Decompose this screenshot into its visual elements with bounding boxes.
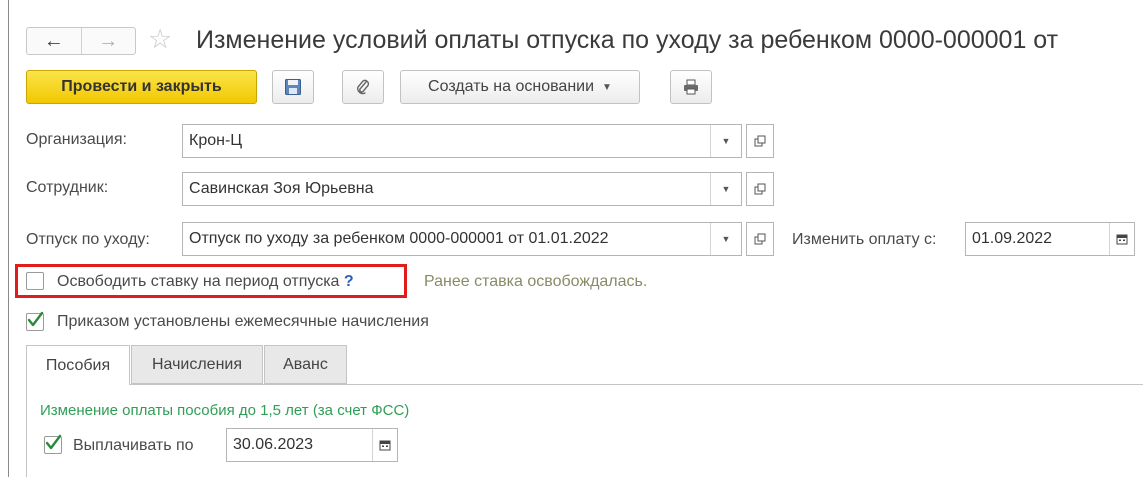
free-rate-label: Освободить ставку на период отпуска xyxy=(57,273,340,290)
dropdown-arrow-icon[interactable]: ▼ xyxy=(710,125,741,157)
forward-button[interactable]: → xyxy=(80,28,136,54)
employee-label: Сотрудник: xyxy=(26,179,109,196)
navigation-group: ← → xyxy=(26,27,136,55)
pay-until-checkbox[interactable] xyxy=(44,434,62,454)
open-leave-button[interactable] xyxy=(746,222,774,256)
leave-label: Отпуск по уходу: xyxy=(26,231,150,248)
left-border-line xyxy=(8,0,9,477)
open-employee-button[interactable] xyxy=(746,172,774,206)
change-from-date-field[interactable]: 01.09.2022 xyxy=(965,222,1135,256)
organization-field[interactable]: Крон-Ц ▼ xyxy=(182,124,742,158)
attach-button[interactable] xyxy=(342,70,384,104)
organization-label: Организация: xyxy=(26,131,127,148)
post-and-close-button[interactable]: Провести и закрыть xyxy=(26,70,257,104)
pay-until-value: 30.06.2023 xyxy=(233,436,314,453)
printer-icon xyxy=(684,79,698,95)
help-icon[interactable]: ? xyxy=(344,273,354,290)
free-rate-checkbox[interactable] xyxy=(26,272,44,290)
checkmark-icon xyxy=(27,311,44,327)
tab-panel-border xyxy=(26,384,27,477)
star-icon[interactable]: ☆ xyxy=(148,24,172,54)
back-button[interactable]: ← xyxy=(27,28,81,54)
tab-divider xyxy=(130,384,1143,385)
open-form-icon xyxy=(754,183,766,195)
pay-until-date-field[interactable]: 30.06.2023 xyxy=(226,428,398,462)
chevron-down-icon: ▼ xyxy=(602,81,612,93)
open-organization-button[interactable] xyxy=(746,124,774,158)
change-from-label: Изменить оплату с: xyxy=(792,231,937,248)
open-form-icon xyxy=(754,233,766,245)
leave-value: Отпуск по уходу за ребенком 0000-000001 … xyxy=(189,230,609,247)
benefits-section-title: Изменение оплаты пособия до 1,5 лет (за … xyxy=(40,402,410,419)
tab-advance[interactable]: Аванс xyxy=(264,345,347,384)
page-title: Изменение условий оплаты отпуска по уход… xyxy=(196,26,1059,54)
checkmark-icon xyxy=(45,434,62,450)
save-button[interactable] xyxy=(272,70,314,104)
paperclip-icon xyxy=(357,79,370,95)
free-rate-label-group: Освободить ставку на период отпуска ? xyxy=(57,273,354,291)
employee-field[interactable]: Савинская Зоя Юрьевна ▼ xyxy=(182,172,742,206)
print-button[interactable] xyxy=(670,70,712,104)
monthly-accruals-checkbox[interactable] xyxy=(26,311,44,331)
tab-accruals[interactable]: Начисления xyxy=(131,345,263,384)
employee-value: Савинская Зоя Юрьевна xyxy=(189,180,374,197)
pay-until-label: Выплачивать по xyxy=(73,437,194,454)
organization-value: Крон-Ц xyxy=(189,132,243,149)
dropdown-arrow-icon[interactable]: ▼ xyxy=(710,223,741,255)
calendar-icon[interactable] xyxy=(372,429,397,461)
monthly-accruals-label: Приказом установлены ежемесячные начисле… xyxy=(57,313,429,330)
leave-field[interactable]: Отпуск по уходу за ребенком 0000-000001 … xyxy=(182,222,742,256)
free-rate-note: Ранее ставка освобождалась. xyxy=(424,273,648,290)
open-form-icon xyxy=(754,135,766,147)
dropdown-arrow-icon[interactable]: ▼ xyxy=(710,173,741,205)
tab-benefits[interactable]: Пособия xyxy=(26,345,130,385)
calendar-icon[interactable] xyxy=(1109,223,1134,255)
change-from-value: 01.09.2022 xyxy=(972,230,1053,247)
create-based-on-label: Создать на основании xyxy=(428,78,595,95)
save-icon xyxy=(285,79,301,95)
create-based-on-button[interactable]: Создать на основании ▼ xyxy=(400,70,640,104)
